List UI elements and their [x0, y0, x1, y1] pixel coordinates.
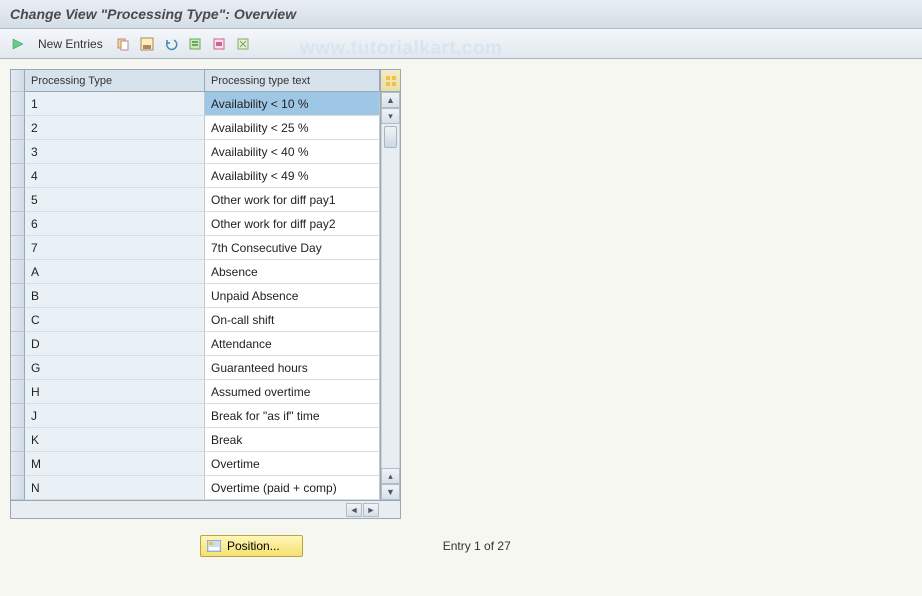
cell-processing-text[interactable]: Guaranteed hours — [205, 356, 380, 380]
scroll-line-up-button[interactable]: ▾ — [381, 108, 400, 124]
row-selector[interactable] — [11, 140, 25, 164]
cell-processing-text[interactable]: Availability < 40 % — [205, 140, 380, 164]
row-selector[interactable] — [11, 332, 25, 356]
toolbar: New Entries — [0, 29, 922, 59]
position-icon — [207, 540, 221, 552]
position-label: Position... — [227, 539, 280, 553]
save-icon[interactable] — [137, 34, 157, 54]
cell-processing-text[interactable]: Overtime — [205, 452, 380, 476]
cell-processing-type[interactable]: N — [25, 476, 205, 500]
scroll-up-button[interactable]: ▲ — [381, 92, 400, 108]
cell-processing-type[interactable]: 4 — [25, 164, 205, 188]
cell-processing-text[interactable]: Break — [205, 428, 380, 452]
row-selector[interactable] — [11, 164, 25, 188]
scroll-thumb[interactable] — [384, 126, 397, 148]
content-area: Processing Type1234567ABCDGHJKMN Process… — [0, 59, 922, 596]
select-all-icon[interactable] — [185, 34, 205, 54]
processing-type-table: Processing Type1234567ABCDGHJKMN Process… — [10, 69, 401, 519]
deselect-all-icon[interactable] — [233, 34, 253, 54]
row-selector[interactable] — [11, 452, 25, 476]
cell-processing-type[interactable]: K — [25, 428, 205, 452]
page-title: Change View "Processing Type": Overview — [0, 0, 922, 29]
cell-processing-type[interactable]: H — [25, 380, 205, 404]
row-selector[interactable] — [11, 188, 25, 212]
row-selector[interactable] — [11, 428, 25, 452]
cell-processing-text[interactable]: Unpaid Absence — [205, 284, 380, 308]
row-selector[interactable] — [11, 380, 25, 404]
vertical-scrollbar[interactable]: ▲ ▾ ▴ ▼ — [380, 70, 400, 500]
cell-processing-text[interactable]: Assumed overtime — [205, 380, 380, 404]
row-selector-header[interactable] — [11, 70, 25, 92]
cell-processing-type[interactable]: B — [25, 284, 205, 308]
cell-processing-type[interactable]: 5 — [25, 188, 205, 212]
row-selector[interactable] — [11, 356, 25, 380]
cell-processing-type[interactable]: 7 — [25, 236, 205, 260]
cell-processing-text[interactable]: Break for "as if" time — [205, 404, 380, 428]
cell-processing-text[interactable]: 7th Consecutive Day — [205, 236, 380, 260]
row-selector[interactable] — [11, 476, 25, 500]
row-selector[interactable] — [11, 284, 25, 308]
cell-processing-type[interactable]: G — [25, 356, 205, 380]
cell-processing-type[interactable]: M — [25, 452, 205, 476]
cell-processing-text[interactable]: Availability < 49 % — [205, 164, 380, 188]
row-selector[interactable] — [11, 236, 25, 260]
row-selector[interactable] — [11, 92, 25, 116]
cell-processing-type[interactable]: C — [25, 308, 205, 332]
cell-processing-text[interactable]: Overtime (paid + comp) — [205, 476, 380, 500]
undo-icon[interactable] — [161, 34, 181, 54]
cell-processing-text[interactable]: Other work for diff pay1 — [205, 188, 380, 212]
cell-processing-type[interactable]: 1 — [25, 92, 205, 116]
row-selector[interactable] — [11, 260, 25, 284]
scroll-down-button[interactable]: ▼ — [381, 484, 400, 500]
cell-processing-text[interactable]: Availability < 25 % — [205, 116, 380, 140]
scroll-right-button[interactable]: ► — [363, 503, 379, 517]
new-entries-button[interactable]: New Entries — [32, 35, 109, 53]
cell-processing-type[interactable]: D — [25, 332, 205, 356]
cell-processing-text[interactable]: Availability < 10 % — [205, 92, 380, 116]
table-settings-icon[interactable] — [381, 70, 400, 92]
row-selector[interactable] — [11, 212, 25, 236]
expand-icon[interactable] — [8, 34, 28, 54]
scroll-left-button[interactable]: ◄ — [346, 503, 362, 517]
position-button[interactable]: Position... — [200, 535, 303, 557]
cell-processing-text[interactable]: Attendance — [205, 332, 380, 356]
row-selector[interactable] — [11, 116, 25, 140]
cell-processing-type[interactable]: 6 — [25, 212, 205, 236]
cell-processing-type[interactable]: J — [25, 404, 205, 428]
cell-processing-text[interactable]: On-call shift — [205, 308, 380, 332]
cell-processing-type[interactable]: 2 — [25, 116, 205, 140]
row-selector[interactable] — [11, 404, 25, 428]
cell-processing-text[interactable]: Other work for diff pay2 — [205, 212, 380, 236]
cell-processing-text[interactable]: Absence — [205, 260, 380, 284]
horizontal-scrollbar[interactable]: ◄ ► — [11, 500, 400, 518]
cell-processing-type[interactable]: 3 — [25, 140, 205, 164]
scroll-line-down-button[interactable]: ▴ — [381, 468, 400, 484]
cell-processing-type[interactable]: A — [25, 260, 205, 284]
select-block-icon[interactable] — [209, 34, 229, 54]
column-header-type[interactable]: Processing Type — [25, 70, 205, 92]
column-header-text[interactable]: Processing type text — [205, 70, 380, 92]
entry-status: Entry 1 of 27 — [443, 539, 511, 553]
copy-icon[interactable] — [113, 34, 133, 54]
row-selector[interactable] — [11, 308, 25, 332]
scroll-track[interactable] — [381, 124, 400, 468]
